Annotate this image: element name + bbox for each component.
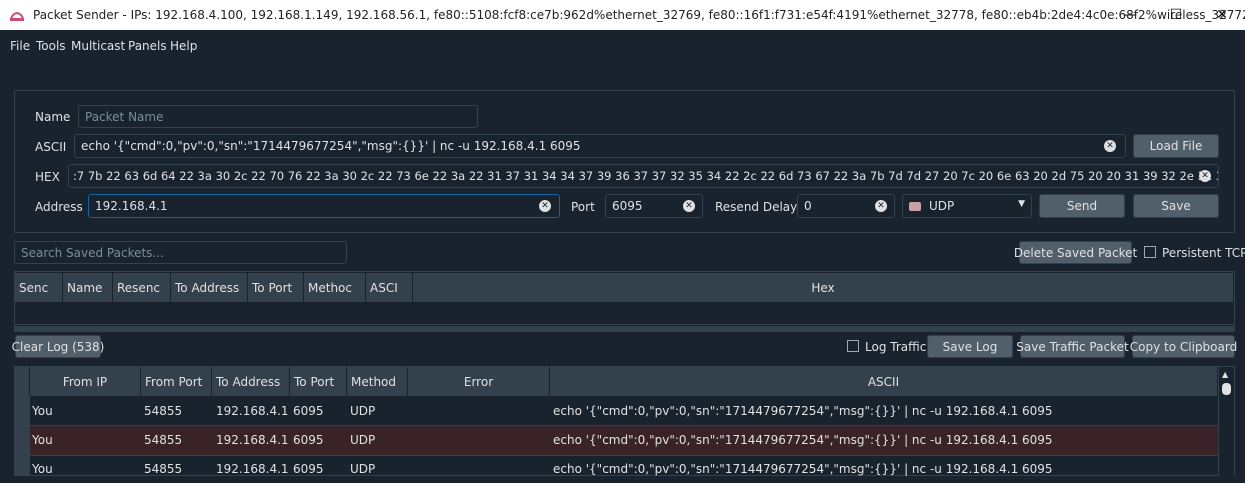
clear-log-button[interactable]: Clear Log (538) xyxy=(12,335,104,358)
menu-tools[interactable]: Tools xyxy=(36,39,66,53)
cell-from-ip: You xyxy=(32,461,53,476)
address-value: 192.168.4.1 xyxy=(95,199,168,213)
cell-to-port: 6095 xyxy=(293,461,324,476)
clear-address-icon[interactable]: ✕ xyxy=(539,200,551,212)
row-header-corner xyxy=(15,367,30,396)
ascii-label: ASCII xyxy=(35,140,67,154)
resend-delay-value: 0 xyxy=(804,199,812,213)
col-log-ascii[interactable]: ASCII xyxy=(550,367,1218,396)
cell-to-port: 6095 xyxy=(293,432,324,447)
clear-ascii-icon[interactable]: ✕ xyxy=(1104,140,1116,152)
cell-to-port: 6095 xyxy=(293,403,324,418)
cell-method: UDP xyxy=(350,432,376,447)
vertical-scrollbar[interactable]: ▲ xyxy=(1218,367,1234,476)
protocol-icon xyxy=(909,201,921,211)
col-hex[interactable]: Hex xyxy=(413,273,1234,302)
protocol-value: UDP xyxy=(929,199,955,213)
address-input[interactable]: 192.168.4.1 xyxy=(88,194,560,218)
cell-from-ip: You xyxy=(32,432,53,447)
ascii-input[interactable]: echo '{"cmd":0,"pv":0,"sn":"171447967725… xyxy=(74,134,1126,158)
packet-name-input[interactable]: Packet Name xyxy=(78,105,478,128)
col-error[interactable]: Error xyxy=(408,367,550,396)
delete-saved-packet-button[interactable]: Delete Saved Packet xyxy=(1014,241,1137,264)
send-button[interactable]: Send xyxy=(1039,194,1125,218)
scroll-thumb[interactable] xyxy=(1222,383,1231,395)
col-from-ip[interactable]: From IP xyxy=(30,367,141,396)
cell-method: UDP xyxy=(350,403,376,418)
port-label: Port xyxy=(571,200,595,214)
col-name[interactable]: Name xyxy=(63,273,113,302)
clear-hex-icon[interactable]: ✕ xyxy=(1199,170,1211,182)
hex-value: :7 7b 22 63 6d 64 22 3a 30 2c 22 70 76 2… xyxy=(73,169,1218,183)
app-icon xyxy=(10,12,24,21)
menu-panels[interactable]: Panels xyxy=(128,39,167,53)
chevron-down-icon: ▼ xyxy=(1018,199,1025,209)
cell-from-port: 54855 xyxy=(144,432,183,447)
persistent-tcp-label: Persistent TCP xyxy=(1162,246,1245,260)
load-file-button[interactable]: Load File xyxy=(1133,134,1219,158)
title-bar: Packet Sender - IPs: 192.168.4.100, 192.… xyxy=(0,0,1245,30)
col-send[interactable]: Senc xyxy=(15,273,63,302)
clear-port-icon[interactable]: ✕ xyxy=(683,200,695,212)
cell-ascii: echo '{"cmd":0,"pv":0,"sn":"171447967725… xyxy=(553,403,1053,418)
maximize-icon[interactable]: ☐ xyxy=(1153,0,1199,30)
window-title: Packet Sender - IPs: 192.168.4.100, 192.… xyxy=(33,8,1245,22)
col-log-to-port[interactable]: To Port xyxy=(290,367,347,396)
cell-to-address: 192.168.4.1 xyxy=(216,403,289,418)
address-label: Address xyxy=(35,200,83,214)
col-log-method[interactable]: Method xyxy=(347,367,408,396)
minimize-icon[interactable]: — xyxy=(1107,0,1153,30)
hex-label: HEX xyxy=(35,170,60,184)
cell-method: UDP xyxy=(350,461,376,476)
menu-help[interactable]: Help xyxy=(170,39,197,53)
persistent-tcp-checkbox[interactable] xyxy=(1144,246,1156,258)
protocol-select[interactable]: UDP ▼ xyxy=(902,194,1032,218)
col-resend[interactable]: Resenc xyxy=(113,273,171,302)
cell-to-address: 192.168.4.1 xyxy=(216,461,289,476)
close-icon[interactable]: ✕ xyxy=(1199,0,1245,30)
row-headers xyxy=(15,396,30,476)
splitter-handle[interactable] xyxy=(14,326,1235,332)
search-saved-input[interactable]: Search Saved Packets... xyxy=(14,241,347,264)
save-log-button[interactable]: Save Log xyxy=(927,335,1013,358)
cell-from-ip: You xyxy=(32,403,53,418)
copy-to-clipboard-button[interactable]: Copy to Clipboard xyxy=(1130,335,1237,358)
col-to-port[interactable]: To Port xyxy=(248,273,304,302)
col-method[interactable]: Methoc xyxy=(304,273,366,302)
ascii-value: echo '{"cmd":0,"pv":0,"sn":"171447967725… xyxy=(81,139,581,153)
col-log-to-address[interactable]: To Address xyxy=(212,367,290,396)
save-traffic-packet-button[interactable]: Save Traffic Packet xyxy=(1016,335,1129,358)
cell-ascii: echo '{"cmd":0,"pv":0,"sn":"171447967725… xyxy=(553,432,1053,447)
menu-multicast[interactable]: Multicast xyxy=(71,39,125,53)
cell-from-port: 54855 xyxy=(144,461,183,476)
save-button[interactable]: Save xyxy=(1133,194,1219,218)
clear-resend-icon[interactable]: ✕ xyxy=(875,200,887,212)
port-value: 6095 xyxy=(612,199,643,213)
cell-to-address: 192.168.4.1 xyxy=(216,432,289,447)
scroll-up-icon[interactable]: ▲ xyxy=(1222,370,1228,379)
name-label: Name xyxy=(35,110,71,124)
col-ascii[interactable]: ASCI xyxy=(366,273,413,302)
menu-file[interactable]: File xyxy=(10,39,30,53)
log-traffic-checkbox[interactable] xyxy=(847,340,859,352)
cell-from-port: 54855 xyxy=(144,403,183,418)
col-from-port[interactable]: From Port xyxy=(141,367,212,396)
log-traffic-label: Log Traffic xyxy=(865,340,927,354)
col-to-address[interactable]: To Address xyxy=(171,273,248,302)
cell-ascii: echo '{"cmd":0,"pv":0,"sn":"171447967725… xyxy=(553,461,1053,476)
resend-delay-label: Resend Delay xyxy=(715,200,798,214)
hex-input[interactable]: :7 7b 22 63 6d 64 22 3a 30 2c 22 70 76 2… xyxy=(68,164,1219,188)
